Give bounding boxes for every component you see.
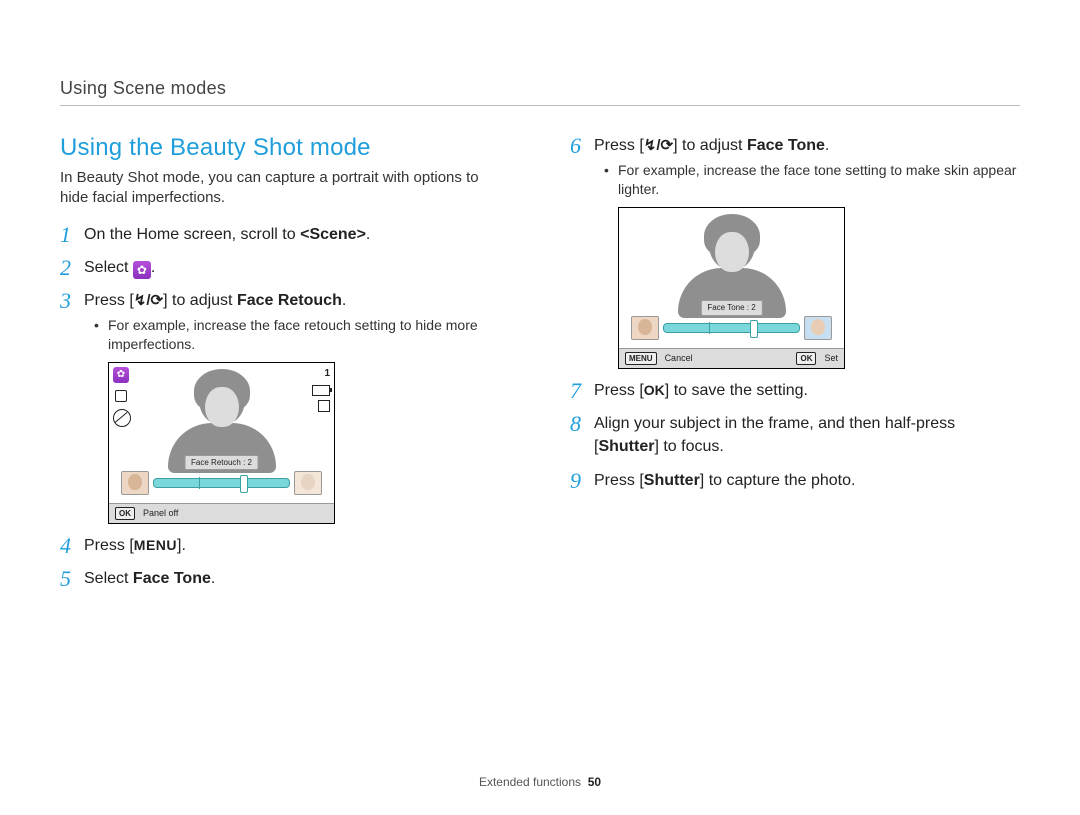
- steps-6-9: Press [↯/⟳] to adjust Face Tone. For exa…: [570, 134, 1020, 492]
- step-9: Press [Shutter] to capture the photo.: [570, 469, 1020, 492]
- step-5-pre: Select: [84, 570, 133, 587]
- slider-handle: [240, 475, 248, 493]
- step-7-post: ] to save the setting.: [665, 382, 808, 399]
- ok-pill: OK: [115, 507, 135, 520]
- ok-pill: OK: [796, 352, 816, 365]
- step-6: Press [↯/⟳] to adjust Face Tone. For exa…: [570, 134, 1020, 369]
- footer-text: Panel off: [143, 507, 178, 520]
- section-title: Using the Beauty Shot mode: [60, 134, 510, 162]
- screen-right-icons: 1: [312, 367, 330, 413]
- step-7: Press [OK] to save the setting.: [570, 379, 1020, 402]
- breadcrumb: Using Scene modes: [60, 78, 1020, 103]
- step-3-bold: Face Retouch: [237, 292, 342, 309]
- step-7-pre: Press [: [594, 382, 644, 399]
- step-2: Select ✿.: [60, 256, 510, 279]
- slider: [663, 323, 800, 333]
- slider-row: [631, 316, 832, 340]
- step-6-post: .: [825, 137, 829, 154]
- thumb-after: [804, 316, 832, 340]
- step-9-post: ] to capture the photo.: [700, 472, 856, 489]
- screenshot-face-tone: Face Tone : 2 MENU Cancel: [618, 207, 845, 369]
- step-6-bold: Face Tone: [747, 137, 825, 154]
- section-intro: In Beauty Shot mode, you can capture a p…: [60, 168, 510, 209]
- steps-1-5: On the Home screen, scroll to <Scene>. S…: [60, 223, 510, 591]
- step-1-text: On the Home screen, scroll to: [84, 226, 300, 243]
- step-3-mid: ] to adjust: [163, 292, 237, 309]
- screenshot-screen: Face Tone : 2: [619, 208, 844, 348]
- step-6-mid: ] to adjust: [673, 137, 747, 154]
- resolution-icon: [318, 400, 330, 412]
- step-4: Press [MENU].: [60, 534, 510, 557]
- face-retouch-label: Face Retouch : 2: [184, 455, 259, 471]
- shots-remaining: 1: [324, 367, 330, 382]
- step-3-sub: For example, increase the face retouch s…: [98, 316, 510, 354]
- no-flash-icon: [113, 409, 131, 427]
- slider: [153, 478, 290, 488]
- step-3-post: .: [342, 292, 346, 309]
- battery-icon: [312, 385, 330, 396]
- screenshot-face-retouch: ✿ 1 Face R: [108, 362, 335, 524]
- footer-section: Extended functions: [479, 775, 581, 789]
- thumb-before: [631, 316, 659, 340]
- thumb-before: [121, 471, 149, 495]
- step-6-pre: Press [: [594, 137, 644, 154]
- flash-timer-icon: ↯/⟳: [644, 137, 673, 154]
- menu-button-icon: MENU: [134, 537, 177, 553]
- screenshot-footer: OK Panel off: [109, 503, 334, 523]
- step-3-sublist: For example, increase the face retouch s…: [84, 316, 510, 354]
- step-8-bold: Shutter: [598, 438, 654, 455]
- flash-timer-icon: ↯/⟳: [134, 292, 163, 309]
- step-5: Select Face Tone.: [60, 567, 510, 590]
- right-column: Press [↯/⟳] to adjust Face Tone. For exa…: [570, 124, 1020, 596]
- manual-page: Using Scene modes Using the Beauty Shot …: [0, 0, 1080, 815]
- ok-button-icon: OK: [644, 382, 665, 398]
- menu-pill: MENU: [625, 352, 657, 365]
- beauty-shot-icon: ✿: [133, 261, 151, 279]
- page-footer: Extended functions 50: [0, 775, 1080, 789]
- slider-row: [121, 471, 322, 495]
- divider: [60, 105, 1020, 106]
- slider-handle: [750, 320, 758, 338]
- step-3-pre: Press [: [84, 292, 134, 309]
- step-3: Press [↯/⟳] to adjust Face Retouch. For …: [60, 289, 510, 524]
- step-6-sub: For example, increase the face tone sett…: [608, 161, 1020, 199]
- step-4-post: ].: [177, 537, 186, 554]
- face-tone-label: Face Tone : 2: [700, 300, 762, 316]
- screenshot-footer: MENU Cancel OK Set: [619, 348, 844, 368]
- step-2-post: .: [151, 259, 155, 276]
- step-2-text: Select: [84, 259, 133, 276]
- step-4-pre: Press [: [84, 537, 134, 554]
- step-1: On the Home screen, scroll to <Scene>.: [60, 223, 510, 246]
- step-8: Align your subject in the frame, and the…: [570, 412, 1020, 458]
- step-1-post: .: [366, 226, 370, 243]
- step-6-sublist: For example, increase the face tone sett…: [594, 161, 1020, 199]
- screenshot-screen: ✿ 1 Face R: [109, 363, 334, 503]
- footer-set: Set: [824, 352, 838, 365]
- footer-cancel: Cancel: [665, 352, 693, 365]
- step-5-bold: Face Tone: [133, 570, 211, 587]
- step-5-post: .: [211, 570, 215, 587]
- content-columns: Using the Beauty Shot mode In Beauty Sho…: [60, 124, 1020, 596]
- left-column: Using the Beauty Shot mode In Beauty Sho…: [60, 124, 510, 596]
- page-number: 50: [588, 775, 601, 789]
- screen-left-icons: ✿: [113, 367, 131, 427]
- thumb-after: [294, 471, 322, 495]
- focus-icon: [113, 388, 129, 404]
- step-9-bold: Shutter: [644, 472, 700, 489]
- step-8-post: ] to focus.: [654, 438, 723, 455]
- step-9-pre: Press [: [594, 472, 644, 489]
- step-1-bold: <Scene>: [300, 226, 366, 243]
- mode-icon: ✿: [113, 367, 129, 383]
